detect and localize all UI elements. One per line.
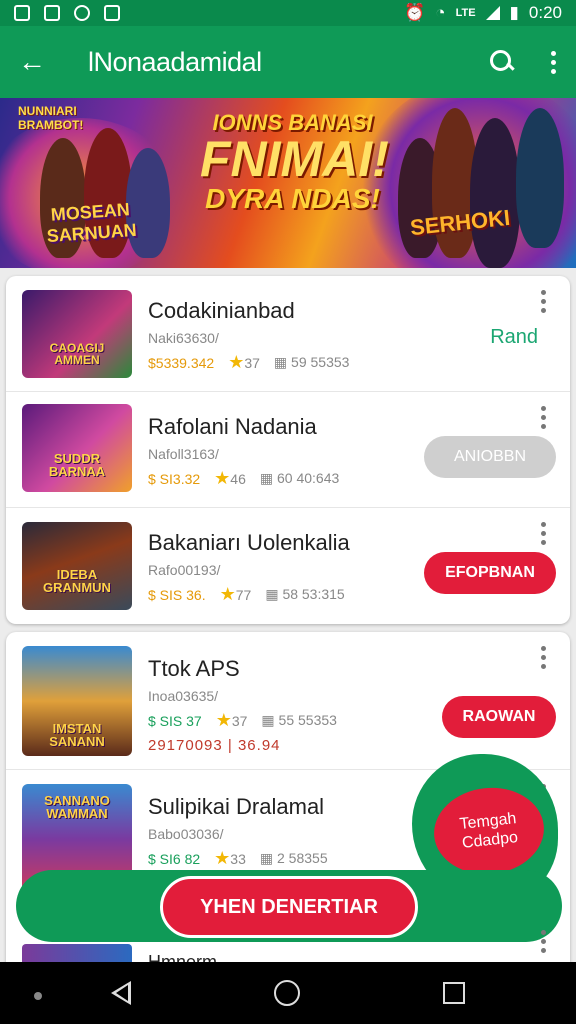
nav-indicator-icon — [34, 992, 42, 1000]
app-subtitle: Nafoll3163/ — [148, 446, 219, 462]
app-name: Sulipikai Dralamal — [148, 794, 325, 819]
item-menu-icon[interactable] — [538, 290, 548, 313]
status-bar: ⏰ ◔ LTE ▮ 0:20 — [0, 0, 576, 26]
item-action-button[interactable]: EFOPBNAN — [424, 552, 556, 594]
app-subtitle: Naki63630/ — [148, 330, 219, 346]
status-time: 0:20 — [528, 3, 562, 22]
search-icon[interactable] — [490, 50, 514, 74]
app-name: Ttok APS — [148, 656, 240, 681]
thumbnail-label: CAOAGIJ AMMEN — [49, 341, 105, 367]
size-icon: ▦ — [259, 470, 274, 486]
shield-icon — [104, 5, 120, 21]
app-price: $ SI6 82 — [148, 850, 201, 867]
item-menu-icon[interactable] — [538, 646, 548, 669]
item-action-button[interactable]: Rand — [472, 316, 556, 358]
phone-screen: ⏰ ◔ LTE ▮ 0:20 ← lNonaadamidal NUNNIARI … — [0, 0, 576, 1024]
app-rating: 33 — [230, 851, 246, 867]
app-name: Bakaniarı Uolenkalia — [148, 530, 350, 555]
alarm-icon: ⏰ — [404, 3, 426, 22]
thumbnail-label: IMSTAN SANANN — [49, 721, 105, 749]
item-menu-icon[interactable] — [538, 406, 548, 429]
app-size: 59 55353 — [291, 354, 350, 370]
nav-recents-icon[interactable] — [442, 982, 465, 1004]
promo-banner[interactable]: NUNNIARI BRAMBOT! IONNS BANASI FNIMAI! D… — [0, 98, 576, 268]
page-title: lNonaadamidal — [88, 46, 262, 77]
app-size: 2 58355 — [277, 850, 328, 866]
system-nav-bar — [0, 962, 576, 1024]
size-icon: ▦ — [261, 712, 275, 728]
banner-headline-2: FNIMAI! — [200, 131, 389, 188]
app-rating: 37 — [244, 355, 260, 371]
nav-home-icon[interactable] — [273, 980, 300, 1006]
app-name: Codakinianbad — [148, 298, 295, 323]
thumbnail-label: SUDDR BARNAA — [48, 451, 106, 479]
app-subtitle: Inoa03635/ — [148, 688, 219, 704]
app-price: $ SI3.32 — [148, 470, 201, 487]
banner-headline: IONNS BANASI FNIMAI! DYRA NDAS! — [200, 111, 389, 215]
app-name: Rafolani Nadania — [148, 414, 317, 439]
app-list-card: CAOAGIJ AMMEN Codakinianbad Naki63630/ $… — [6, 276, 570, 624]
app-size: 60 40:643 — [277, 470, 340, 486]
overflow-menu-icon[interactable] — [548, 50, 558, 74]
settings-icon — [74, 5, 90, 21]
app-thumbnail: IMSTAN SANANN — [22, 646, 132, 756]
app-rating: 46 — [230, 471, 246, 487]
star-icon: ★ — [214, 848, 231, 868]
item-menu-icon[interactable] — [538, 522, 548, 545]
star-icon: ★ — [215, 710, 232, 730]
app-thumbnail — [22, 944, 132, 964]
app-extra-info: 29170093 | 36.94 — [148, 737, 281, 754]
banner-logo-left: MOSEAN SARNUAN — [46, 199, 138, 247]
app-size: 58 53:315 — [282, 586, 345, 602]
thumbnail-label: IDEBA GRANMUN — [43, 567, 111, 595]
list-item[interactable]: CAOAGIJ AMMEN Codakinianbad Naki63630/ $… — [6, 276, 570, 392]
size-icon: ▦ — [259, 850, 274, 866]
item-action-button[interactable]: RAOWAN — [442, 696, 556, 738]
wifi-icon: ◔ — [435, 3, 446, 22]
app-rating: 77 — [235, 587, 252, 603]
app-subtitle: Babo03036/ — [148, 826, 224, 842]
list-item[interactable]: IMSTAN SANANN Ttok APS Inoa03635/ $ SIS … — [6, 632, 570, 770]
app-bar: ← lNonaadamidal — [0, 26, 576, 98]
item-action-button[interactable]: ANIOBBN — [424, 436, 556, 478]
banner-headline-3: DYRA NDAS! — [205, 183, 380, 215]
size-icon: ▦ — [265, 586, 279, 602]
banner-tag: NUNNIARI BRAMBOT! — [18, 104, 84, 132]
gallery-icon — [14, 5, 30, 21]
app-subtitle: Rafo00193/ — [148, 562, 221, 578]
battery-icon: ▮ — [509, 3, 519, 22]
star-icon: ★ — [214, 468, 231, 488]
app-price: $ SIS 37 — [148, 712, 202, 729]
back-arrow-icon[interactable]: ← — [18, 46, 58, 78]
star-icon: ★ — [228, 352, 245, 372]
star-icon: ★ — [219, 584, 236, 604]
lte-icon: LTE — [455, 7, 476, 19]
app-thumbnail: IDEBA GRANMUN — [22, 522, 132, 610]
size-icon: ▦ — [273, 354, 288, 370]
signal-icon — [485, 6, 500, 20]
item-menu-icon[interactable] — [538, 930, 548, 953]
app-price: $ SIS 36. — [148, 586, 206, 603]
list-item[interactable]: IDEBA GRANMUN Bakaniarı Uolenkalia Rafo0… — [6, 508, 570, 624]
thumbnail-label: SANNANO WAMMAN — [44, 793, 110, 821]
app-thumbnail: SUDDR BARNAA — [22, 404, 132, 492]
app-size: 55 55353 — [278, 712, 337, 728]
app-rating: 37 — [231, 713, 248, 729]
app-thumbnail: CAOAGIJ AMMEN — [22, 290, 132, 378]
app-price: $5339.342 — [148, 354, 215, 371]
image-icon — [44, 5, 60, 21]
list-item[interactable]: SUDDR BARNAA Rafolani Nadania Nafoll3163… — [6, 392, 570, 508]
nav-back-icon[interactable] — [111, 981, 132, 1005]
cta-button[interactable]: YHEN DENERTIAR — [160, 876, 418, 938]
